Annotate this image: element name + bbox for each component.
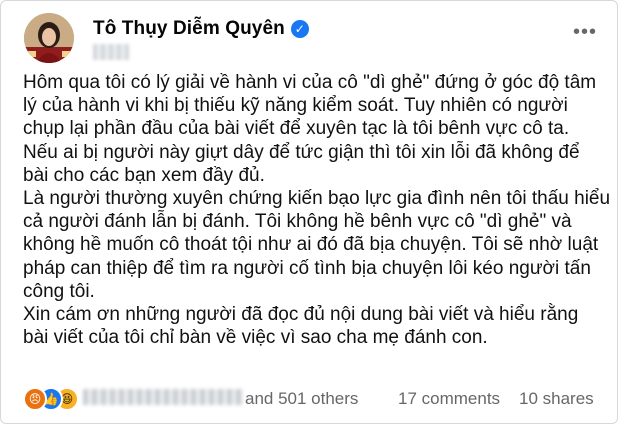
post-line: không hề muốn cô thoát tội như ai đó đã … bbox=[23, 234, 599, 256]
post-line: bài cho các bạn xem đầy đủ. bbox=[23, 164, 265, 186]
post-meta-blurred bbox=[93, 44, 129, 60]
more-options-icon[interactable]: ••• bbox=[573, 22, 597, 42]
avatar-image bbox=[24, 13, 74, 63]
comments-count[interactable]: 17 comments bbox=[398, 389, 500, 409]
post-line: công tôi. bbox=[23, 280, 95, 302]
angry-reaction-icon: 😠 bbox=[23, 387, 47, 411]
reactor-names-blurred bbox=[83, 389, 243, 405]
post-line: Hôm qua tôi có lý giải về hành vi của cô… bbox=[23, 72, 597, 93]
author-name-row: Tô Thụy Diễm Quyên ✓ bbox=[93, 18, 309, 40]
post-text: Hôm qua tôi có lý giải về hành vi của cô… bbox=[23, 71, 613, 349]
post-line: pháp can thiệp để tìm ra người cố tình b… bbox=[23, 257, 591, 279]
post-line: Nếu ai bị người này giựt dây để tức giận… bbox=[23, 141, 580, 163]
shares-count[interactable]: 10 shares bbox=[519, 389, 594, 409]
post-line: cả người đánh lẫn bị đánh. Tôi không hề … bbox=[23, 211, 572, 233]
post-line: Là người thường xuyên chứng kiến bạo lực… bbox=[23, 188, 611, 210]
post-footer: 😠 👍 😆 and 501 others 17 comments 10 shar… bbox=[1, 381, 619, 415]
post-line: Xin cám ơn những người đã đọc đủ nội dun… bbox=[23, 304, 579, 326]
post-line: bài viết của tôi chỉ bàn về việc vì sao … bbox=[23, 327, 488, 349]
avatar[interactable] bbox=[24, 13, 74, 63]
author-name[interactable]: Tô Thụy Diễm Quyên bbox=[93, 18, 285, 39]
post-card: Tô Thụy Diễm Quyên ✓ ••• Hôm qua tôi có l… bbox=[0, 0, 618, 424]
verified-check-icon: ✓ bbox=[290, 20, 309, 38]
post-line: chụp lại phần đầu của bài viết để xuyên … bbox=[23, 118, 570, 140]
post-line: lý của hành vi khi bị thiếu kỹ năng kiểm… bbox=[23, 95, 568, 117]
reaction-count[interactable]: and 501 others bbox=[245, 389, 358, 409]
